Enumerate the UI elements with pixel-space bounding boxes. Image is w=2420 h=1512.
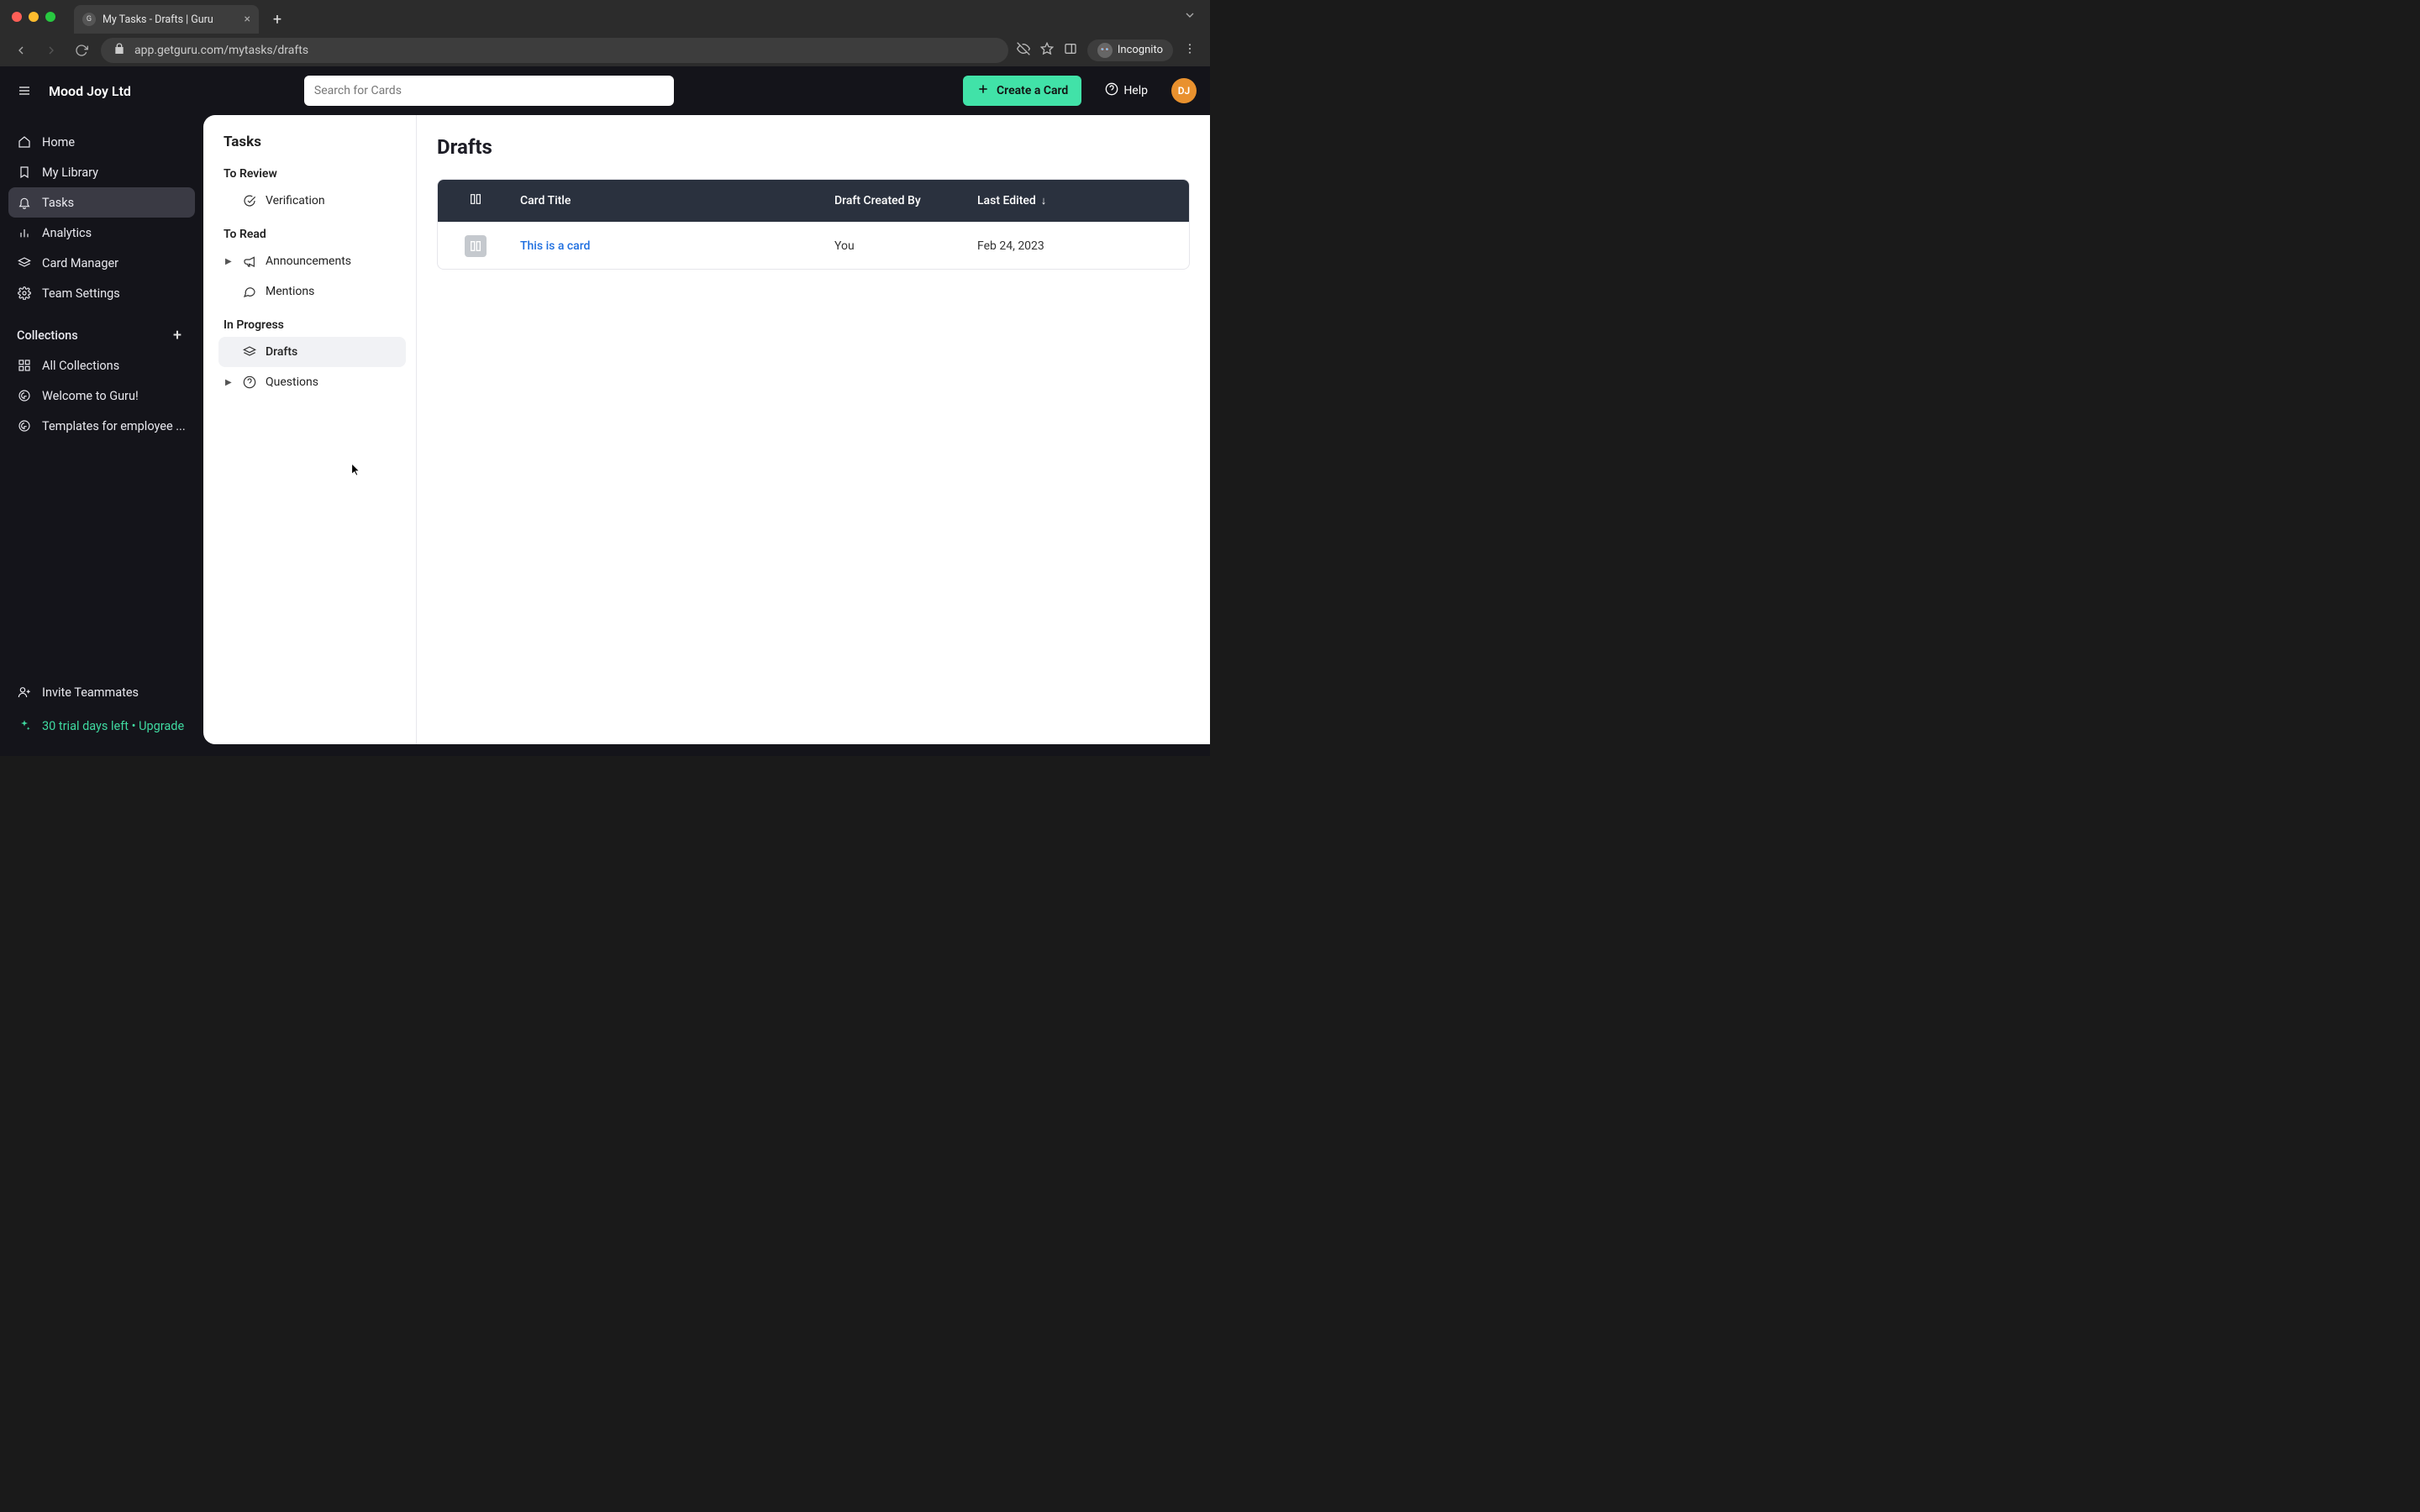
kebab-menu-icon[interactable]: [1183, 42, 1197, 59]
tasks-title: Tasks: [218, 134, 406, 150]
home-icon: [17, 135, 32, 149]
plus-icon: [976, 82, 990, 99]
new-tab-button[interactable]: +: [266, 8, 289, 31]
back-button[interactable]: [10, 39, 32, 61]
collections-header: Collections +: [8, 320, 195, 350]
bars-icon: [17, 226, 32, 239]
incognito-icon: 👓: [1097, 43, 1113, 58]
group-in-progress: In Progress: [224, 318, 406, 332]
app-body: Home My Library Tasks Analytics Card Man…: [0, 115, 1210, 756]
drafts-table: Card Title Draft Created By Last Edited …: [437, 179, 1190, 270]
app: Mood Joy Ltd Search for Cards Create a C…: [0, 66, 1210, 756]
star-icon[interactable]: [1040, 42, 1054, 59]
window-close-icon[interactable]: [12, 12, 22, 22]
tab-title: My Tasks - Drafts | Guru: [103, 13, 238, 26]
nav-tasks[interactable]: Tasks: [8, 187, 195, 218]
avatar[interactable]: DJ: [1171, 78, 1197, 103]
url-field[interactable]: app.getguru.com/mytasks/drafts: [101, 38, 1008, 63]
chevron-right-icon: ▶: [225, 257, 234, 266]
grid-icon: [17, 359, 32, 372]
add-collection-button[interactable]: +: [168, 326, 187, 344]
window-controls: [12, 12, 55, 22]
search-input[interactable]: Search for Cards: [304, 76, 674, 106]
main-column: Drafts Card Title Draft Created By Last …: [417, 115, 1210, 744]
reload-button[interactable]: [71, 39, 92, 61]
task-item-drafts[interactable]: Drafts: [218, 337, 406, 367]
page-title: Drafts: [437, 135, 1190, 159]
col-created-by[interactable]: Draft Created By: [828, 194, 971, 207]
hamburger-icon[interactable]: [13, 80, 35, 102]
megaphone-icon: [242, 255, 257, 268]
content-pane: Tasks To Review Verification To Read ▶ A…: [203, 115, 1210, 744]
forward-button[interactable]: [40, 39, 62, 61]
help-button[interactable]: Help: [1105, 82, 1148, 99]
col-last-edited[interactable]: Last Edited ↓: [971, 194, 1189, 207]
bookmark-icon: [17, 165, 32, 179]
address-bar-icons: 👓 Incognito: [1017, 39, 1197, 61]
chevron-right-icon: ▶: [225, 378, 234, 387]
leftnav: Home My Library Tasks Analytics Card Man…: [0, 115, 203, 756]
invite-teammates-button[interactable]: Invite Teammates: [8, 677, 195, 707]
chat-icon: [242, 285, 257, 298]
sort-desc-icon: ↓: [1041, 194, 1047, 207]
nav-team-settings[interactable]: Team Settings: [8, 278, 195, 308]
guru-icon: [17, 389, 32, 402]
table-row[interactable]: This is a card You Feb 24, 2023: [438, 222, 1189, 269]
table-header: Card Title Draft Created By Last Edited …: [438, 180, 1189, 222]
tab-bar: G My Tasks - Drafts | Guru × +: [0, 0, 1210, 34]
nav-card-manager[interactable]: Card Manager: [8, 248, 195, 278]
incognito-badge[interactable]: 👓 Incognito: [1087, 39, 1173, 61]
nav-collection-templates[interactable]: Templates for employee ...: [8, 411, 195, 441]
browser-tab[interactable]: G My Tasks - Drafts | Guru ×: [74, 5, 259, 34]
card-header-icon: [469, 192, 482, 209]
last-edited-value: Feb 24, 2023: [977, 239, 1044, 253]
eye-off-icon[interactable]: [1017, 42, 1030, 59]
col-card-title[interactable]: Card Title: [513, 194, 828, 207]
person-plus-icon: [17, 685, 32, 699]
lock-icon: [113, 42, 126, 58]
tasks-panel: Tasks To Review Verification To Read ▶ A…: [203, 115, 417, 744]
panel-icon[interactable]: [1064, 42, 1077, 59]
task-item-verification[interactable]: Verification: [218, 186, 406, 216]
workspace-name[interactable]: Mood Joy Ltd: [49, 83, 131, 99]
guru-icon: [17, 419, 32, 433]
sparkle-icon: [17, 719, 32, 732]
tab-close-icon[interactable]: ×: [245, 13, 250, 26]
created-by-value: You: [834, 239, 855, 253]
nav-home[interactable]: Home: [8, 127, 195, 157]
card-title-link[interactable]: This is a card: [520, 239, 590, 253]
stack-icon: [242, 345, 257, 359]
window-maximize-icon[interactable]: [45, 12, 55, 22]
question-icon: [242, 375, 257, 389]
stack-icon: [17, 256, 32, 270]
url-text: app.getguru.com/mytasks/drafts: [134, 44, 308, 57]
tab-overflow-icon[interactable]: [1183, 8, 1197, 25]
app-header: Mood Joy Ltd Search for Cards Create a C…: [0, 66, 1210, 115]
nav-my-library[interactable]: My Library: [8, 157, 195, 187]
address-bar: app.getguru.com/mytasks/drafts 👓 Incogni…: [0, 34, 1210, 66]
nav-all-collections[interactable]: All Collections: [8, 350, 195, 381]
task-item-announcements[interactable]: ▶ Announcements: [218, 246, 406, 276]
favicon-icon: G: [82, 13, 96, 26]
gear-icon: [17, 286, 32, 300]
task-item-mentions[interactable]: Mentions: [218, 276, 406, 307]
group-to-read: To Read: [224, 228, 406, 241]
task-item-questions[interactable]: ▶ Questions: [218, 367, 406, 397]
nav-analytics[interactable]: Analytics: [8, 218, 195, 248]
check-circle-icon: [242, 194, 257, 207]
bell-icon: [17, 196, 32, 209]
help-icon: [1105, 82, 1118, 99]
card-icon: [465, 235, 487, 257]
group-to-review: To Review: [224, 167, 406, 181]
create-card-button[interactable]: Create a Card: [963, 76, 1081, 106]
nav-collection-welcome[interactable]: Welcome to Guru!: [8, 381, 195, 411]
window-minimize-icon[interactable]: [29, 12, 39, 22]
trial-upgrade-link[interactable]: 30 trial days left • Upgrade: [8, 711, 195, 741]
col-icon[interactable]: [438, 192, 513, 209]
search-placeholder: Search for Cards: [314, 84, 402, 97]
browser-chrome: G My Tasks - Drafts | Guru × + app.getgu…: [0, 0, 1210, 66]
